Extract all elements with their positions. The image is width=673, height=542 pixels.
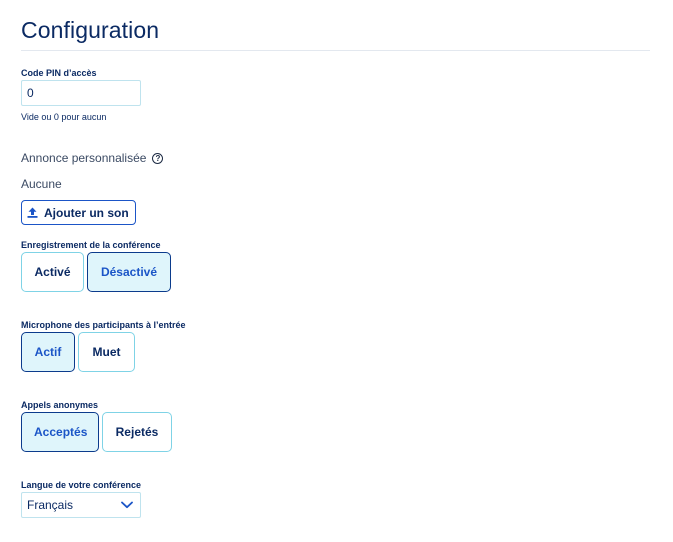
- language-label: Langue de votre conférence: [21, 480, 142, 490]
- pin-input[interactable]: [21, 80, 141, 106]
- chevron-down-icon: [121, 501, 133, 509]
- recording-option-disabled[interactable]: Désactivé: [87, 252, 171, 292]
- recording-option-enabled[interactable]: Activé: [21, 252, 84, 292]
- add-sound-button[interactable]: Ajouter un son: [21, 200, 136, 225]
- language-select[interactable]: Français: [21, 492, 141, 518]
- anonymous-option-rejected[interactable]: Rejetés: [102, 412, 172, 452]
- upload-icon: [27, 207, 38, 218]
- anonymous-option-accepted[interactable]: Acceptés: [21, 412, 99, 452]
- language-selected-value: Français: [27, 498, 74, 512]
- anonymous-calls-label: Appels anonymes: [21, 400, 99, 410]
- pin-help-text: Vide ou 0 pour aucun: [21, 112, 107, 122]
- announcement-current-value: Aucune: [21, 177, 62, 191]
- pin-label: Code PIN d’accès: [21, 68, 97, 78]
- microphone-toggle-group: Actif Muet: [21, 332, 135, 372]
- question-circle-icon[interactable]: ?: [152, 152, 164, 164]
- recording-toggle-group: Activé Désactivé: [21, 252, 171, 292]
- announcement-heading-label: Annonce personnalisée: [21, 151, 147, 165]
- anonymous-calls-toggle-group: Acceptés Rejetés: [21, 412, 172, 452]
- microphone-option-active[interactable]: Actif: [21, 332, 75, 372]
- announcement-heading: Annonce personnalisée ?: [21, 151, 164, 165]
- microphone-label: Microphone des participants à l’entrée: [21, 320, 186, 330]
- page-title: Configuration: [21, 17, 160, 43]
- title-divider: [21, 50, 650, 51]
- microphone-option-muted[interactable]: Muet: [78, 332, 135, 372]
- add-sound-button-label: Ajouter un son: [44, 205, 129, 220]
- recording-label: Enregistrement de la conférence: [21, 240, 161, 250]
